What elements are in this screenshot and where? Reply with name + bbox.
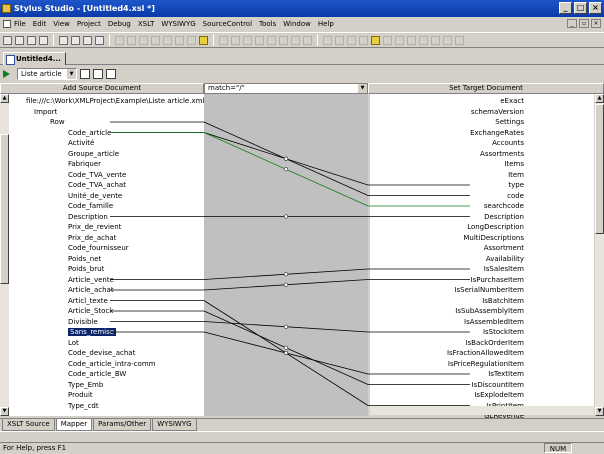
num-lock-indicator: NUM — [544, 443, 572, 453]
link-handle[interactable] — [283, 282, 289, 287]
link-handle[interactable] — [283, 272, 289, 277]
tab-params-other[interactable]: Params/Other — [93, 419, 152, 431]
tab-wysiwyg[interactable]: WYSIWYG — [152, 419, 197, 431]
output-bar — [0, 431, 604, 441]
link-handle[interactable] — [283, 345, 289, 350]
status-text: For Help, press F1 — [3, 444, 67, 452]
link-handle[interactable] — [283, 167, 289, 172]
view-tabs: XSLT Source Mapper Params/Other WYSIWYG — [0, 418, 604, 431]
mapping-links — [110, 121, 470, 406]
link-handle[interactable] — [283, 350, 289, 356]
tab-xslt-source[interactable]: XSLT Source — [2, 419, 55, 431]
link-handle[interactable] — [283, 214, 289, 219]
tab-mapper[interactable]: Mapper — [55, 419, 93, 431]
status-bar: For Help, press F1 NUM — [0, 442, 604, 453]
link-handle[interactable] — [283, 156, 289, 161]
link-handle[interactable] — [283, 324, 289, 329]
